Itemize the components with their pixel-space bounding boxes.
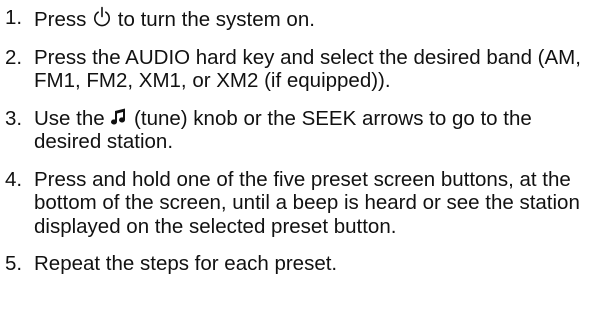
step-number: 2. (5, 45, 23, 69)
step-text: Repeat the steps for each preset. (34, 252, 338, 275)
step-text: Press and hold one of the five preset sc… (34, 167, 580, 238)
step-number: 1. (5, 6, 23, 29)
step-3: 3. Use the (tune) knob or the SEEK arrow… (2, 107, 600, 154)
step-5: 5. Repeat the steps for each preset. (2, 252, 600, 276)
step-text: Press the AUDIO hard key and select the … (34, 45, 581, 93)
step-number: 3. (5, 106, 23, 130)
power-icon (92, 6, 112, 28)
step-text-part: to turn the system on. (112, 8, 315, 31)
music-note-icon (110, 107, 128, 127)
step-4: 4. Press and hold one of the five preset… (2, 168, 600, 239)
step-text-part: Press (34, 8, 93, 31)
step-number: 4. (5, 167, 23, 191)
step-number: 5. (5, 252, 23, 275)
step-1: 1. Press to turn the system on. (2, 6, 600, 32)
instruction-steps: 1. Press to turn the system on. 2. Press… (2, 1, 600, 276)
step-2: 2. Press the AUDIO hard key and select t… (2, 46, 600, 93)
step-text-part: Use the (34, 106, 111, 130)
